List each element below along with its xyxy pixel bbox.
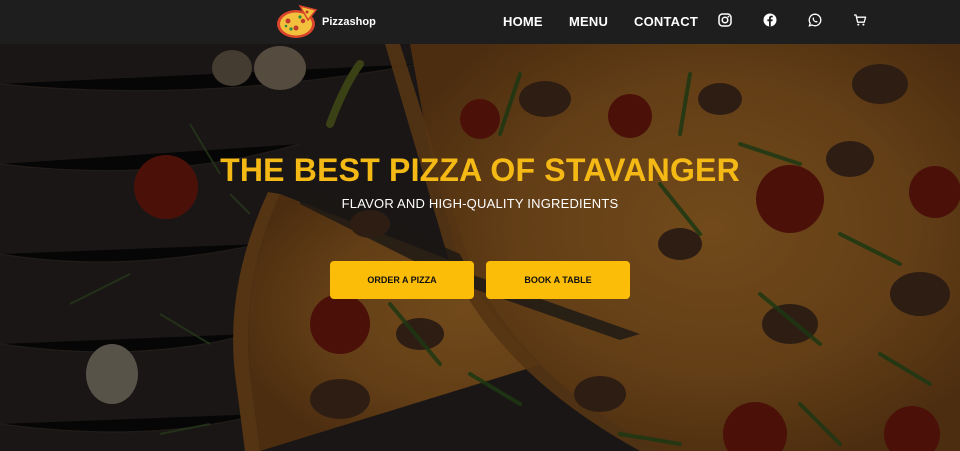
nav-contact[interactable]: CONTACT	[634, 14, 698, 29]
order-pizza-button[interactable]: ORDER A PIZZA	[330, 261, 474, 299]
whatsapp-icon[interactable]	[808, 13, 822, 27]
brand-name: Pizzashop	[322, 16, 376, 28]
facebook-icon[interactable]	[763, 13, 777, 27]
hero-background-image	[0, 44, 960, 451]
cart-icon[interactable]	[853, 13, 867, 27]
instagram-icon[interactable]	[718, 13, 732, 27]
hero-title: THE BEST PIZZA OF STAVANGER	[220, 152, 740, 188]
book-table-button[interactable]: BOOK A TABLE	[486, 261, 630, 299]
nav-home[interactable]: HOME	[503, 14, 543, 29]
hero-subtitle: FLAVOR AND HIGH-QUALITY INGREDIENTS	[341, 196, 619, 211]
hero-section: THE BEST PIZZA OF STAVANGER FLAVOR AND H…	[0, 44, 960, 451]
navbar: Pizzashop HOME MENU CONTACT	[0, 0, 960, 44]
nav-menu[interactable]: MENU	[569, 14, 608, 29]
brand-logo[interactable]: Pizzashop	[276, 4, 376, 40]
pizza-logo-icon	[277, 4, 318, 38]
